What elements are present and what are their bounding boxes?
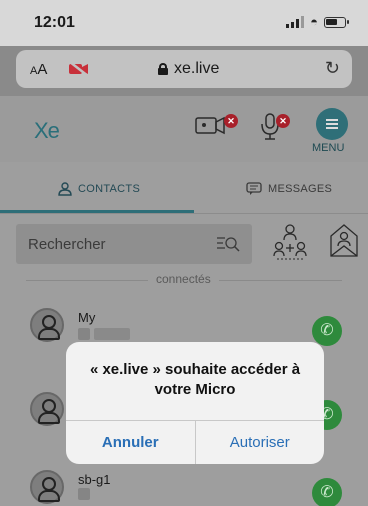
allow-button[interactable]: Autoriser: [196, 421, 325, 464]
avatar: [30, 308, 64, 342]
contact-name: My: [78, 310, 96, 325]
cancel-button[interactable]: Annuler: [66, 421, 196, 464]
avatar: [30, 392, 64, 426]
logo-text: Xe: [34, 118, 60, 143]
tab-contacts-label: CONTACTS: [78, 183, 141, 195]
camera-off-icon[interactable]: [68, 61, 90, 77]
filter-search-icon[interactable]: [216, 234, 240, 254]
tab-contacts[interactable]: CONTACTS: [58, 182, 140, 196]
call-button[interactable]: ✆: [312, 316, 342, 346]
tab-messages-label: MESSAGES: [268, 183, 333, 195]
address-bar[interactable]: AAAA xe.live ↻: [16, 50, 352, 88]
add-group-icon[interactable]: [272, 222, 308, 262]
section-label: connectés: [148, 272, 219, 286]
tab-messages[interactable]: MESSAGES: [246, 182, 332, 196]
chat-icon: [246, 182, 262, 195]
contact-mail-icon[interactable]: [328, 222, 360, 260]
menu-button[interactable]: [316, 108, 348, 140]
status-bar: 12:01 ◓: [0, 0, 368, 46]
status-bar-mini: [94, 328, 130, 340]
dialog-buttons: Annuler Autoriser: [66, 420, 324, 464]
signal-icon: [286, 16, 305, 28]
call-button[interactable]: ✆: [312, 478, 342, 506]
app-header: Xe ✕ ✕ MENU: [0, 96, 368, 162]
avatar: [30, 470, 64, 504]
active-tab-indicator: [0, 210, 194, 213]
mic-error-badge: ✕: [276, 114, 290, 128]
status-icon: [78, 488, 90, 500]
text-size-button[interactable]: AAAA: [30, 61, 47, 78]
lock-icon: [158, 63, 168, 75]
permission-dialog: « xe.live » souhaite accéder à votre Mic…: [66, 342, 324, 464]
reload-icon[interactable]: ↻: [325, 58, 340, 79]
battery-icon: [324, 16, 349, 28]
contact-item[interactable]: sb-g1 ✆: [30, 470, 350, 506]
search-input[interactable]: Rechercher: [16, 224, 252, 264]
status-time: 12:01: [34, 14, 75, 31]
search-placeholder: Rechercher: [28, 236, 106, 253]
camera-error-badge: ✕: [224, 114, 238, 128]
app-logo[interactable]: Xe: [34, 118, 60, 144]
wifi-icon: ◓: [310, 14, 318, 29]
url-text: xe.live: [174, 60, 220, 77]
contact-name: sb-g1: [78, 472, 111, 487]
menu-label: MENU: [312, 142, 345, 154]
dialog-message: « xe.live » souhaite accéder à votre Mic…: [89, 361, 301, 398]
url-display[interactable]: xe.live: [158, 60, 219, 78]
status-icon: [78, 328, 90, 340]
person-icon: [58, 182, 72, 196]
tab-bar: CONTACTS MESSAGES: [0, 170, 368, 214]
status-icons: ◓: [286, 14, 349, 29]
